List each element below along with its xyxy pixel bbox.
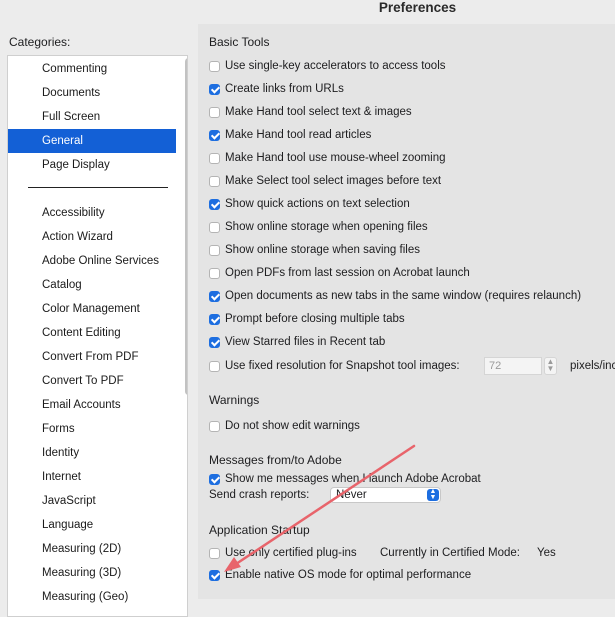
annotation-arrow-icon [224,444,416,572]
